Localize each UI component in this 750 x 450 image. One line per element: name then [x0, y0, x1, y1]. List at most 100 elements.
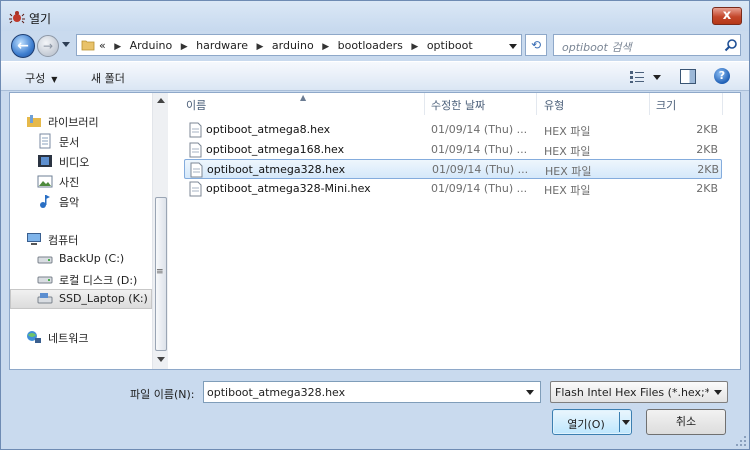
file-name: optiboot_atmega168.hex	[206, 143, 345, 156]
breadcrumb-item-arduino-sub[interactable]: arduino	[272, 39, 314, 52]
arduino-app-icon	[9, 11, 25, 24]
sidebar-item-label: 컴퓨터	[48, 234, 79, 247]
chevron-down-icon[interactable]	[714, 390, 722, 395]
search-placeholder: optiboot 검색	[562, 41, 632, 54]
file-icon	[189, 181, 202, 197]
column-header-name[interactable]: 이름	[186, 97, 206, 113]
open-button[interactable]: 열기(O)	[552, 409, 632, 435]
file-icon	[189, 142, 202, 158]
organize-label: 구성	[25, 72, 46, 85]
file-date: 01/09/14 (Thu) ...	[432, 163, 529, 176]
file-size: 2KB	[696, 123, 718, 136]
file-type: HEX 파일	[544, 145, 591, 158]
file-name: optiboot_atmega8.hex	[206, 123, 331, 136]
view-options-dropdown[interactable]	[653, 75, 661, 80]
file-icon	[189, 122, 202, 138]
file-size: 2KB	[697, 163, 719, 176]
network-icon	[27, 331, 41, 343]
preview-pane-button[interactable]	[680, 69, 696, 84]
file-type-filter[interactable]: Flash Intel Hex Files (*.hex;*.a9	[550, 381, 728, 403]
library-icon	[27, 115, 41, 127]
open-options-dropdown[interactable]	[622, 420, 630, 425]
resize-grip-icon[interactable]	[735, 435, 747, 447]
sidebar-item-label: 사진	[59, 176, 80, 189]
back-button[interactable]: ←	[11, 34, 35, 58]
column-header-type[interactable]: 유형	[544, 97, 564, 113]
arrow-left-icon: ←	[17, 38, 29, 54]
drive-icon	[37, 293, 53, 304]
column-divider[interactable]	[536, 93, 537, 115]
command-toolbar: 구성 ▼ 새 폴더 ?	[1, 61, 749, 91]
column-divider[interactable]	[649, 93, 650, 115]
close-icon: x	[722, 8, 732, 23]
new-folder-button[interactable]: 새 폴더	[91, 70, 125, 86]
column-header-date[interactable]: 수정한 날짜	[431, 97, 485, 113]
chevron-right-icon[interactable]: ▶	[181, 42, 188, 52]
close-button[interactable]: x	[712, 7, 742, 25]
address-dropdown-button[interactable]	[507, 40, 519, 52]
file-row[interactable]: optiboot_atmega328-Mini.hex 01/09/14 (Th…	[184, 179, 722, 199]
file-row[interactable]: optiboot_atmega8.hex 01/09/14 (Thu) ... …	[184, 120, 722, 140]
organize-button[interactable]: 구성 ▼	[25, 70, 57, 86]
navigation-pane: 라이브러리 문서 비디오 사진 음악 컴퓨터 BackUp (C:) 로컬 디스…	[10, 93, 153, 369]
help-button[interactable]: ?	[714, 68, 730, 84]
file-date: 01/09/14 (Thu) ...	[431, 143, 528, 156]
file-date: 01/09/14 (Thu) ...	[431, 182, 528, 195]
breadcrumb-item-bootloaders[interactable]: bootloaders	[338, 39, 403, 52]
navigation-scrollbar[interactable]: ≡	[152, 93, 168, 369]
grip-icon: ≡	[156, 267, 164, 277]
chevron-right-icon[interactable]: ▶	[114, 42, 121, 52]
forward-button[interactable]: →	[37, 35, 59, 57]
column-divider[interactable]	[424, 93, 425, 115]
sidebar-item-label: 문서	[59, 136, 80, 149]
address-bar[interactable]: « ▶ Arduino ▶ hardware ▶ arduino ▶ bootl…	[76, 34, 522, 56]
video-icon	[38, 155, 52, 167]
open-button-label: 열기(O)	[567, 418, 605, 431]
file-size: 2KB	[696, 182, 718, 195]
file-name: optiboot_atmega328-Mini.hex	[206, 182, 371, 195]
sidebar-item-label: 로컬 디스크 (D:)	[59, 274, 138, 287]
file-type-filter-value: Flash Intel Hex Files (*.hex;*.a9	[555, 386, 709, 399]
file-row-selected[interactable]: optiboot_atmega328.hex 01/09/14 (Thu) ..…	[184, 159, 722, 179]
chevron-down-icon: ▼	[51, 75, 58, 84]
chevron-right-icon[interactable]: ▶	[256, 42, 263, 52]
refresh-icon: ⟲	[530, 38, 542, 52]
column-header-size[interactable]: 크기	[656, 97, 676, 113]
browser-area: 라이브러리 문서 비디오 사진 음악 컴퓨터 BackUp (C:) 로컬 디스…	[9, 92, 741, 370]
sidebar-item-drive-k[interactable]: SSD_Laptop (K:)	[10, 289, 152, 309]
cancel-button[interactable]: 취소	[646, 409, 726, 435]
file-row[interactable]: optiboot_atmega168.hex 01/09/14 (Thu) ..…	[184, 140, 722, 160]
column-divider[interactable]	[722, 93, 723, 115]
chevron-right-icon[interactable]: ▶	[411, 42, 418, 52]
sidebar-item-label: BackUp (C:)	[59, 252, 125, 265]
breadcrumb-overflow[interactable]: «	[99, 39, 106, 52]
split-divider	[619, 412, 620, 432]
view-options-icon[interactable]	[629, 70, 645, 84]
window-title: 열기	[29, 12, 52, 26]
help-icon: ?	[718, 69, 726, 82]
file-list: ▲ 이름 수정한 날짜 유형 크기 optiboot_atmega8.hex 0…	[172, 93, 740, 369]
scroll-down-icon[interactable]	[157, 357, 165, 362]
breadcrumb-item-arduino[interactable]: Arduino	[130, 39, 173, 52]
sidebar-item-label: SSD_Laptop (K:)	[59, 292, 148, 305]
search-icon[interactable]	[724, 38, 738, 52]
search-input[interactable]: optiboot 검색	[553, 34, 741, 56]
filename-dropdown[interactable]	[526, 390, 534, 395]
new-folder-label: 새 폴더	[91, 72, 125, 85]
file-size: 2KB	[696, 143, 718, 156]
chevron-right-icon[interactable]: ▶	[322, 42, 329, 52]
scroll-up-icon[interactable]	[157, 98, 165, 103]
breadcrumb-item-optiboot[interactable]: optiboot	[427, 39, 473, 52]
sidebar-item-label: 라이브러리	[48, 116, 99, 129]
file-type: HEX 파일	[544, 184, 591, 197]
title-bar[interactable]: 열기 x	[1, 1, 749, 31]
file-type: HEX 파일	[545, 165, 592, 178]
refresh-button[interactable]: ⟲	[525, 34, 547, 56]
recent-locations-dropdown[interactable]	[62, 42, 70, 47]
breadcrumb-item-hardware[interactable]: hardware	[196, 39, 248, 52]
sidebar-item-label: 네트워크	[48, 332, 89, 345]
filename-field[interactable]: optiboot_atmega328.hex	[203, 381, 541, 403]
arrow-right-icon: →	[42, 39, 54, 53]
sidebar-item-label: 음악	[59, 196, 80, 209]
file-icon	[190, 162, 203, 178]
